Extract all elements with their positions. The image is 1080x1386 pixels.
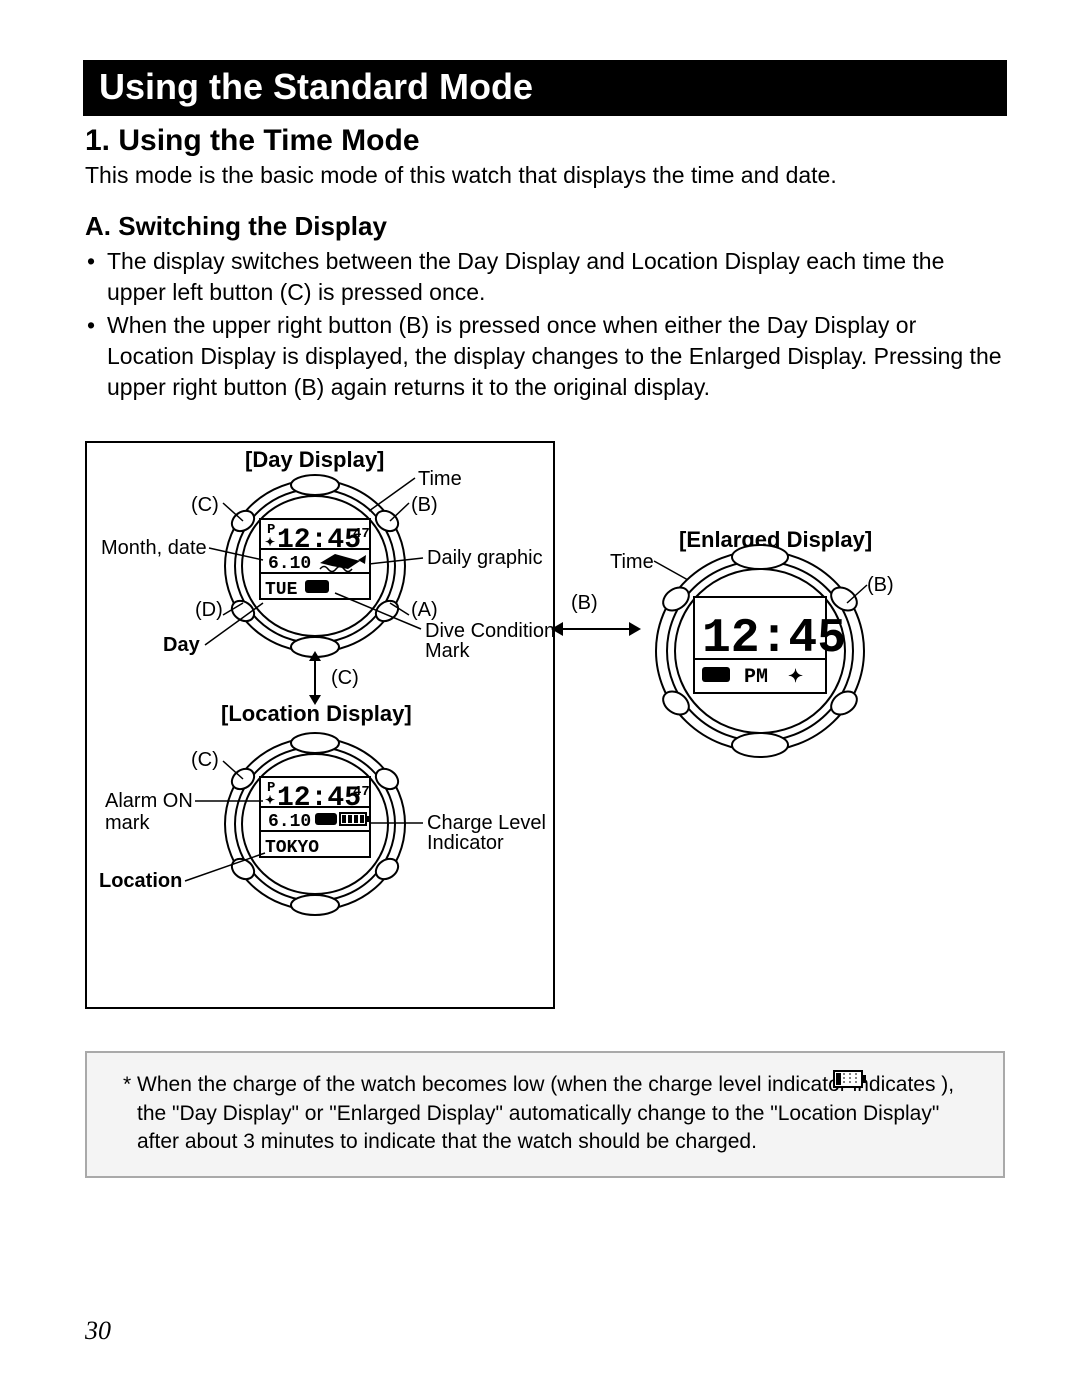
svg-text:TOKYO: TOKYO	[265, 838, 319, 858]
button-c-label: (C)	[191, 493, 219, 517]
label-day: Day	[163, 633, 200, 657]
svg-text:12:45: 12:45	[277, 525, 361, 556]
label-alarm-on: Alarm ON	[105, 789, 193, 813]
page-number: 30	[85, 1316, 111, 1346]
svg-text:✦: ✦	[788, 668, 803, 688]
button-c-toggle-label: (C)	[331, 666, 359, 690]
button-c-label-2: (C)	[191, 748, 219, 772]
label-daily-graphic: Daily graphic	[427, 546, 543, 570]
label-alarm-mark: mark	[105, 811, 149, 835]
label-time-2: Time	[610, 550, 654, 574]
svg-text:PM: PM	[744, 666, 768, 689]
svg-text:12:45: 12:45	[702, 612, 846, 666]
arrow-b-horizontal-icon	[551, 617, 641, 641]
svg-text:TUE: TUE	[265, 580, 298, 600]
label-location: Location	[99, 869, 182, 893]
label-mark: Mark	[425, 639, 469, 663]
button-b-toggle-left: (B)	[571, 591, 598, 615]
page-title: Using the Standard Mode	[83, 60, 1007, 116]
section-heading: 1. Using the Time Mode	[85, 124, 1005, 158]
battery-low-icon	[832, 1068, 868, 1090]
caption-day-display: [Day Display]	[245, 447, 384, 473]
bullet-item: The display switches between the Day Dis…	[85, 246, 1005, 308]
subsection-heading: A. Switching the Display	[85, 211, 1005, 242]
svg-text:6.10: 6.10	[268, 554, 311, 574]
diagram-area: [Day Display] P	[85, 441, 1005, 1021]
arrow-c-vertical-icon	[303, 651, 327, 705]
label-indicator: Indicator	[427, 831, 504, 855]
button-b-label: (B)	[411, 493, 438, 517]
bullet-list: The display switches between the Day Dis…	[85, 246, 1005, 403]
svg-text:12:45: 12:45	[277, 783, 361, 814]
svg-text:47: 47	[353, 784, 370, 800]
watch-enlarged-icon: 12:45 PM ✦	[650, 541, 870, 761]
svg-text:6.10: 6.10	[268, 812, 311, 832]
label-month-date: Month, date	[101, 536, 207, 560]
note-box: * When the charge of the watch becomes l…	[85, 1051, 1005, 1178]
bullet-item: When the upper right button (B) is press…	[85, 310, 1005, 403]
intro-text: This mode is the basic mode of this watc…	[85, 160, 1005, 191]
svg-text:47: 47	[353, 526, 370, 542]
caption-location-display: [Location Display]	[221, 701, 412, 727]
